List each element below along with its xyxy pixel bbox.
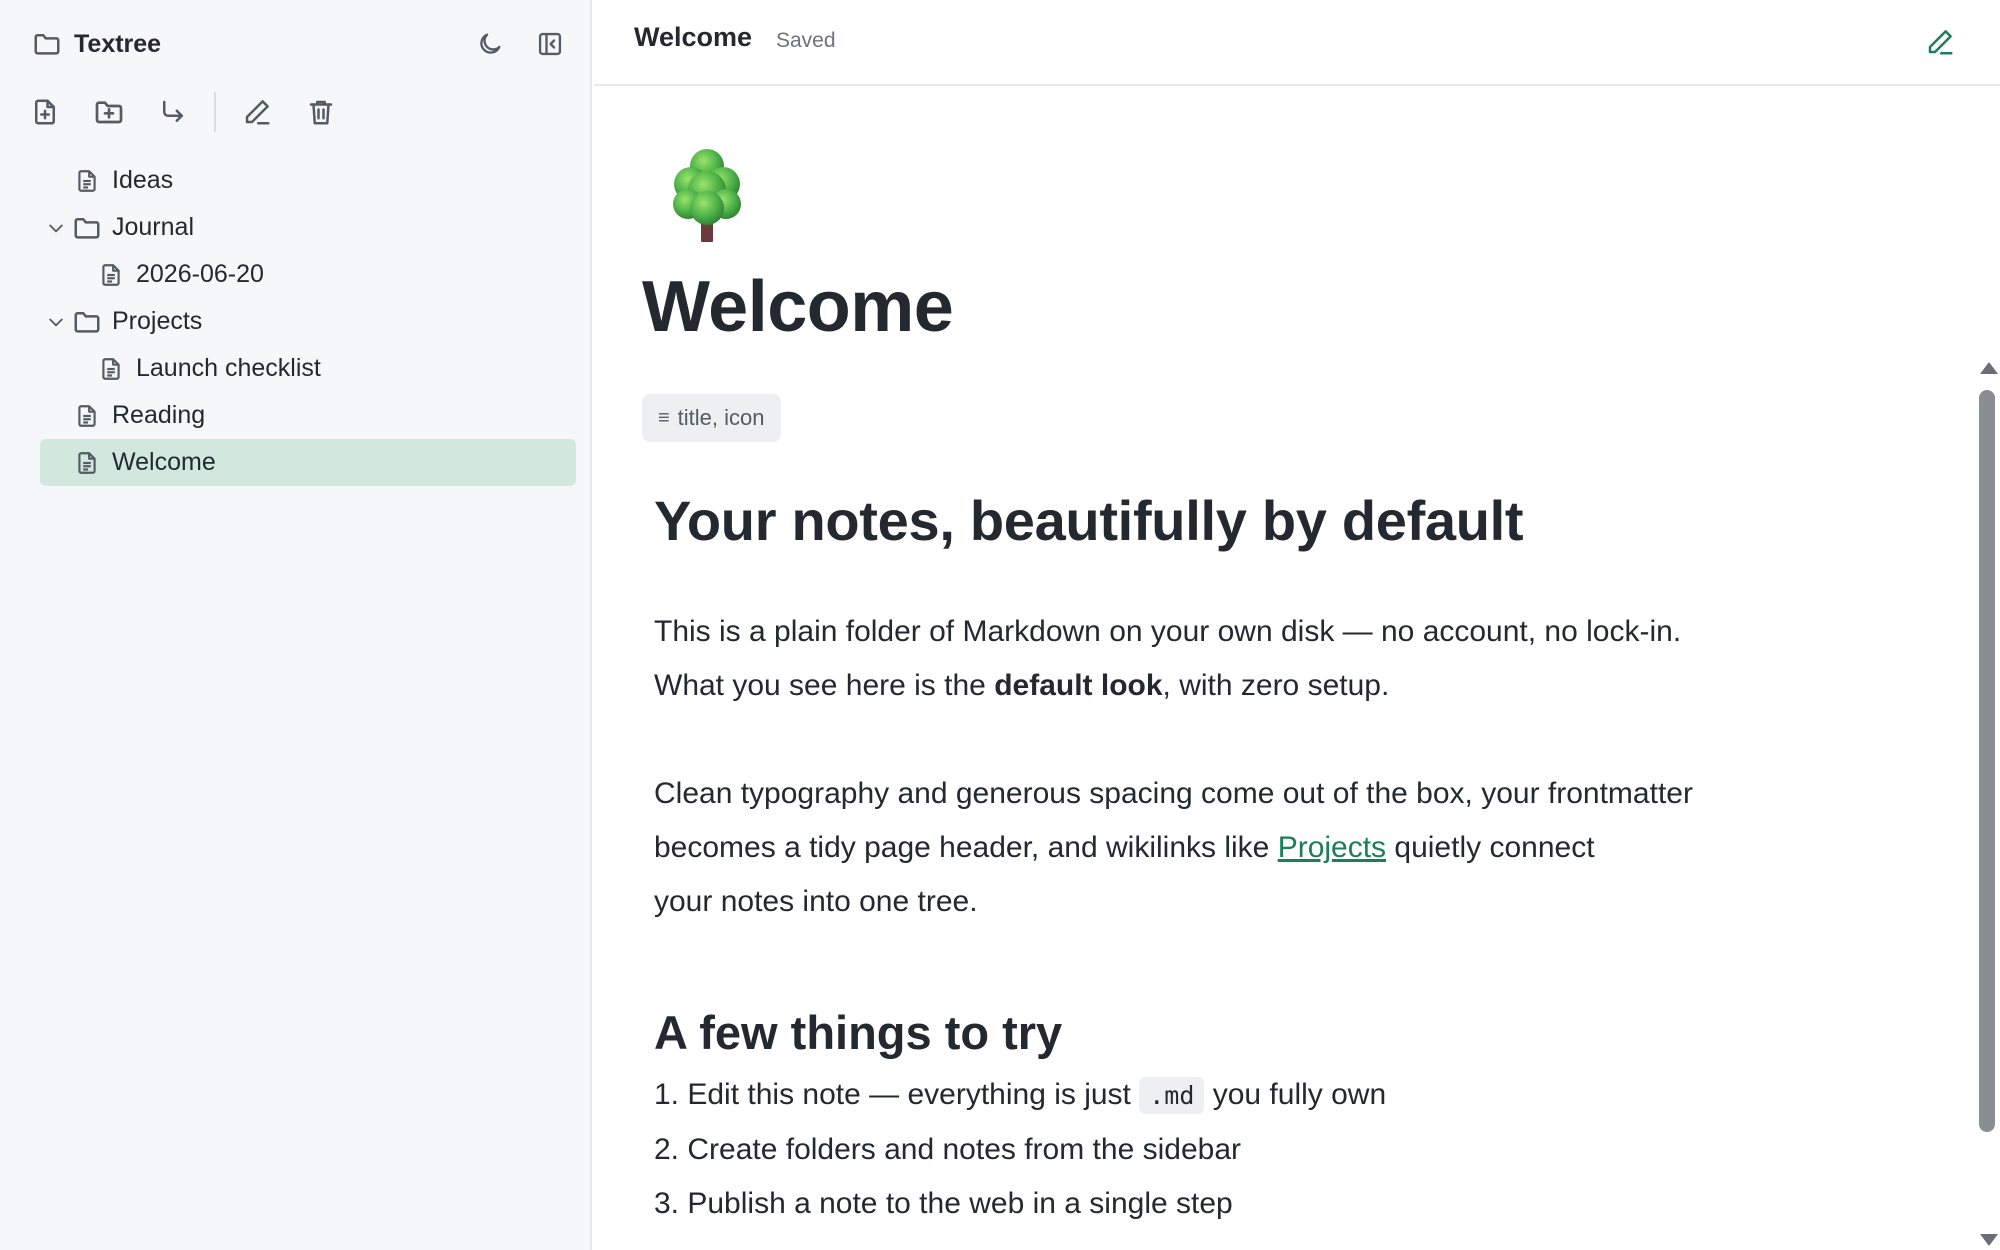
heading-h2: Your notes, beautifully by default <box>654 489 1524 552</box>
scroll-down-arrow-icon[interactable] <box>1980 1234 1998 1246</box>
document-body: Your notes, beautifully by default This … <box>654 488 1844 1231</box>
text-span: This is a plain folder of Markdown on yo… <box>654 615 1682 648</box>
text-span: becomes a tidy page header, and wikilink… <box>654 831 1278 864</box>
sidebar: Textree Ideas Journal 2026-06-20 Project… <box>0 0 592 1250</box>
sidebar-toolbar <box>22 88 362 136</box>
document-content: Welcome ≡ title, icon Your notes, beauti… <box>594 88 2000 1250</box>
tree-item-label: 2026-06-20 <box>136 260 264 288</box>
delete-button[interactable] <box>298 89 344 135</box>
tree-item-reading[interactable]: Reading <box>40 392 576 439</box>
toolbar-divider <box>214 92 216 132</box>
pen-icon <box>1925 27 1955 57</box>
tree-item-ideas[interactable]: Ideas <box>40 157 576 204</box>
text-span: quietly connect <box>1386 831 1595 864</box>
frontmatter-chip[interactable]: ≡ title, icon <box>642 394 781 442</box>
tree-item-label: Reading <box>112 401 206 429</box>
text-span: 1. Edit this note — everything is just <box>654 1078 1140 1111</box>
paragraph: Clean typography and generous spacing co… <box>654 767 1844 929</box>
frontmatter-chip-label: title, icon <box>677 405 765 430</box>
wikilink-projects[interactable]: Projects <box>1278 831 1386 864</box>
corner-down-right-icon <box>158 97 188 127</box>
text-span: you fully own <box>1204 1078 1387 1111</box>
tree-item-welcome[interactable]: Welcome <box>40 439 576 486</box>
save-status: Saved <box>776 29 836 52</box>
file-icon <box>72 167 102 195</box>
new-folder-button[interactable] <box>86 89 132 135</box>
chevron-down-icon[interactable] <box>40 218 72 238</box>
pen-icon <box>242 97 272 127</box>
tree-item-label: Projects <box>112 307 203 335</box>
page-heading: Welcome <box>642 267 954 347</box>
new-note-button[interactable] <box>22 89 68 135</box>
text-span: Clean typography and generous spacing co… <box>654 777 1693 810</box>
scroll-up-arrow-icon[interactable] <box>1980 362 1998 374</box>
file-tree: Ideas Journal 2026-06-20 Projects Launch… <box>40 157 576 486</box>
file-icon <box>96 261 126 289</box>
text-span: What you see here is the <box>654 669 995 702</box>
collapse-sidebar-button[interactable] <box>530 24 570 64</box>
inline-code: .md <box>1139 1077 1205 1114</box>
rename-button[interactable] <box>234 89 280 135</box>
chevron-down-icon[interactable] <box>40 312 72 332</box>
document-topbar: Welcome Saved <box>594 0 2000 86</box>
move-button[interactable] <box>150 89 196 135</box>
file-icon <box>72 449 102 477</box>
tree-item-journal[interactable]: Journal <box>40 204 576 251</box>
folder-icon <box>72 213 102 243</box>
vertical-scrollbar[interactable] <box>1974 352 2000 1250</box>
file-icon <box>72 402 102 430</box>
paragraph: This is a plain folder of Markdown on yo… <box>654 605 1844 713</box>
tree-item-2026-06-20[interactable]: 2026-06-20 <box>40 251 576 298</box>
tree-icon <box>664 146 750 247</box>
list-item: 3. Publish a note to the web in a single… <box>654 1187 1233 1220</box>
file-icon <box>96 355 126 383</box>
tree-item-projects[interactable]: Projects <box>40 298 576 345</box>
document-title: Welcome <box>634 22 753 52</box>
tree-item-launch-checklist[interactable]: Launch checklist <box>40 345 576 392</box>
list-icon: ≡ <box>658 406 670 429</box>
moon-icon <box>476 30 504 58</box>
list-item: 2. Create folders and notes from the sid… <box>654 1133 1241 1166</box>
edit-button[interactable] <box>1920 22 1960 62</box>
file-plus-icon <box>30 97 60 127</box>
dark-mode-toggle[interactable] <box>470 24 510 64</box>
sidebar-collapse-icon <box>536 30 564 58</box>
tree-item-label: Launch checklist <box>136 354 321 382</box>
text-span: your notes into one tree. <box>654 885 978 918</box>
text-span: , with zero setup. <box>1162 669 1390 702</box>
folder-plus-icon <box>93 96 125 128</box>
scrollbar-thumb[interactable] <box>1979 390 1995 1132</box>
sidebar-header: Textree <box>32 24 161 64</box>
tree-item-label: Welcome <box>112 448 216 476</box>
trash-icon <box>306 97 336 127</box>
heading-h3: A few things to try <box>654 1006 1063 1059</box>
folder-icon <box>32 29 62 59</box>
tree-item-label: Journal <box>112 213 194 241</box>
app-name: Textree <box>74 29 162 58</box>
folder-icon <box>72 307 102 337</box>
list-item: 1. Edit this note — everything is just .… <box>654 1068 1844 1123</box>
bold-text: default look <box>994 669 1163 702</box>
tree-item-label: Ideas <box>112 166 174 194</box>
main-pane: Welcome Saved Welcome ≡ title, icon Your… <box>594 0 2000 1250</box>
